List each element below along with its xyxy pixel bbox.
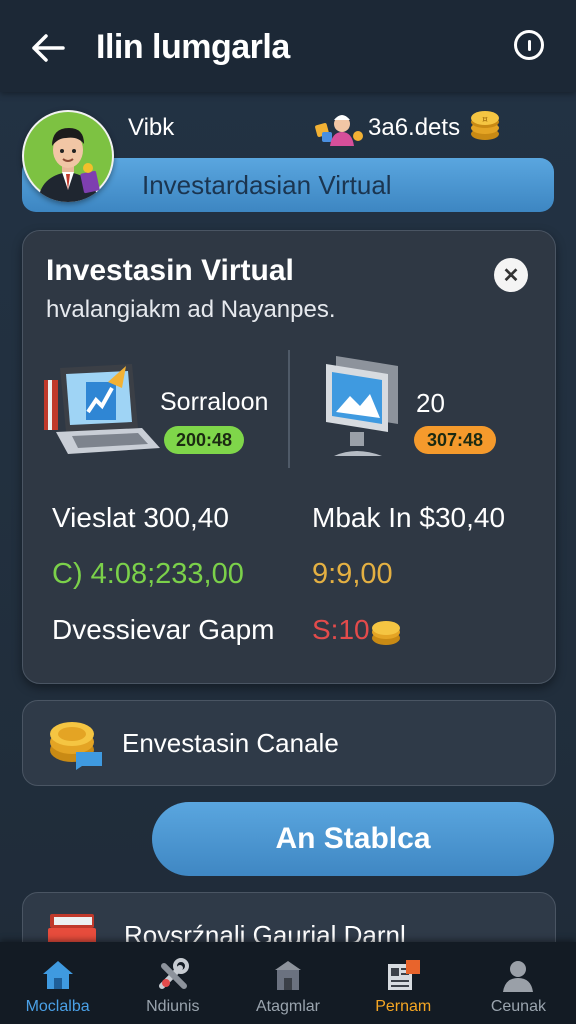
back-button[interactable] xyxy=(26,26,70,70)
user-icon xyxy=(503,961,534,992)
nav-label: Pernam xyxy=(375,998,432,1015)
balance-value: 3a6.dets xyxy=(368,114,461,141)
coins-icon xyxy=(50,722,102,770)
coin-stack-icon xyxy=(372,621,400,645)
stat-left: Vieslat 300,40 xyxy=(52,502,229,533)
stat-right: Mbak In $30,40 xyxy=(312,502,506,533)
arrow-left-icon xyxy=(32,34,65,62)
tools-icon xyxy=(158,958,189,989)
asset-left-name: Sorraloon xyxy=(160,388,269,416)
newspaper-icon xyxy=(388,960,421,990)
nav-label: Atagmlar xyxy=(255,998,321,1015)
page-title: Ilin lumgarla xyxy=(96,28,290,66)
avatar-illustration-icon xyxy=(24,112,112,202)
nav-item-profile[interactable]: Ceunak xyxy=(461,942,576,1024)
home-icon xyxy=(42,961,73,989)
asset-right-badge: 307:48 xyxy=(414,426,496,454)
nav-label: Ceunak xyxy=(490,998,546,1015)
gain-label: Dvessievar Gapm xyxy=(52,614,275,645)
nav-label: Ndiunis xyxy=(146,998,200,1015)
nav-item-store[interactable]: Atagmlar xyxy=(230,942,345,1024)
divider xyxy=(288,350,290,468)
value-yellow: 9:9,00 xyxy=(312,558,393,590)
channel-label: Envestasin Canale xyxy=(122,728,339,758)
username: Vibk xyxy=(128,114,175,141)
laptop-chart-icon xyxy=(44,364,160,454)
banner-label: Investardasian Virtual xyxy=(142,169,392,200)
asset-right-quantity: 20 xyxy=(416,388,445,418)
card-subtitle: hvalangiakm ad Nayanpes. xyxy=(46,296,336,323)
nav-item-home[interactable]: Moclalba xyxy=(0,942,115,1024)
asset-left-badge: 200:48 xyxy=(164,426,244,454)
nav-item-news[interactable]: Pernam xyxy=(346,942,461,1024)
value-red: S:10 xyxy=(312,614,370,645)
bottom-nav: Moclalba Ndiunis Atagmlar Pernam Ceunak xyxy=(0,942,576,1024)
coin-stack-icon: ¤ xyxy=(471,111,499,140)
value-green: C) 4:08;233,00 xyxy=(52,558,244,590)
card-title: Investasin Virtual xyxy=(46,254,294,287)
close-icon[interactable]: ✕ xyxy=(494,258,528,292)
nav-item-tools[interactable]: Ndiunis xyxy=(115,942,230,1024)
nav-label: Moclalba xyxy=(25,998,90,1015)
info-icon[interactable] xyxy=(514,30,544,60)
avatar[interactable] xyxy=(22,110,114,202)
store-icon xyxy=(275,961,301,990)
svg-text:¤: ¤ xyxy=(482,115,488,125)
start-button[interactable]: An Stablca xyxy=(152,802,554,876)
character-badge-icon xyxy=(315,115,363,146)
monitor-icon xyxy=(326,356,398,456)
